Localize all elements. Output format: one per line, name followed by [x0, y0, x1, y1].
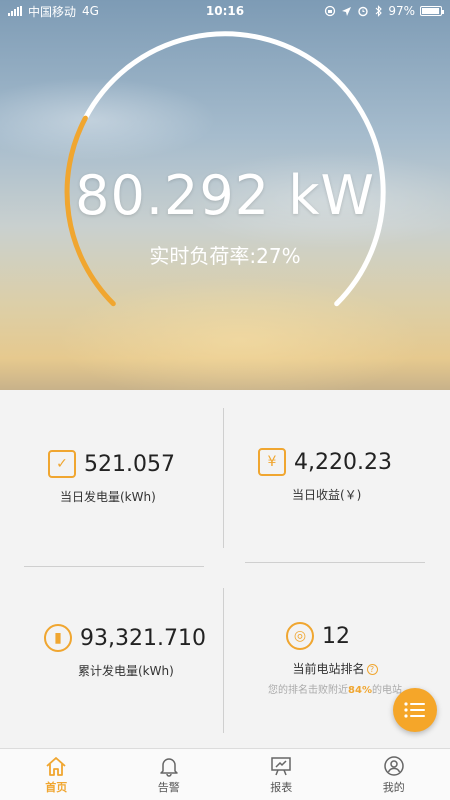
divider-vertical [223, 408, 224, 548]
signal-icon [8, 6, 22, 16]
station-rank-label: 当前电站排名 [292, 662, 365, 676]
daily-generation-value: 521.057 [84, 451, 175, 477]
tab-mine-label: 我的 [382, 780, 405, 794]
menu-fab-button[interactable] [393, 688, 437, 732]
daily-generation-label: 当日发电量(kWh) [60, 490, 156, 504]
tab-mine[interactable]: 我的 [338, 749, 450, 800]
station-rank-value: 12 [322, 623, 350, 649]
status-bar: 中国移动 4G 10:16 97% [0, 0, 450, 22]
stat-station-rank[interactable]: ◎ 12 当前电站排名? 您的排名击败附近84%的电站 [250, 622, 420, 696]
realtime-load-rate: 实时负荷率:27% [149, 244, 301, 268]
total-generation-value: 93,321.710 [80, 625, 206, 651]
stats-panel: ✓ 521.057 当日发电量(kWh) ¥ 4,220.23 当日收益(￥) … [0, 390, 450, 748]
tab-home[interactable]: 首页 [0, 749, 113, 800]
home-icon [46, 756, 66, 776]
stat-total-generation[interactable]: ▮ 93,321.710 累计发电量(kWh) [44, 624, 214, 679]
rank-sub-percent: 84% [348, 685, 372, 696]
battery-percent: 97% [388, 4, 415, 18]
divider-vertical [223, 588, 224, 733]
stat-daily-income[interactable]: ¥ 4,220.23 当日收益(￥) [258, 448, 428, 503]
bottom-tab-bar: 首页 告警 报表 我的 [0, 748, 450, 800]
total-generation-label: 累计发电量(kWh) [78, 664, 174, 678]
calendar-check-icon: ✓ [48, 450, 76, 478]
bell-icon [160, 757, 178, 777]
tab-report[interactable]: 报表 [225, 749, 338, 800]
divider-horizontal [245, 562, 425, 563]
stat-daily-generation[interactable]: ✓ 521.057 当日发电量(kWh) [48, 450, 208, 505]
battery-icon [420, 6, 444, 16]
user-icon [384, 755, 404, 776]
tab-alarm[interactable]: 告警 [113, 749, 226, 800]
bluetooth-icon [375, 5, 383, 17]
station-rank-subtext: 您的排名击败附近84%的电站 [250, 681, 420, 696]
station-rank-label-row: 当前电站排名? [250, 660, 420, 677]
tab-alarm-label: 告警 [157, 780, 180, 794]
daily-income-label: 当日收益(￥) [292, 488, 362, 502]
divider-horizontal [24, 566, 204, 567]
report-icon [271, 756, 291, 775]
hero-banner: 中国移动 4G 10:16 97% 80.292 kW 实时负荷率:27% [0, 0, 450, 390]
rank-sub-prefix: 您的排名击败附近 [268, 685, 349, 696]
realtime-power-value: 80.292 kW [75, 164, 375, 227]
help-icon[interactable]: ? [366, 664, 378, 675]
rank-medal-icon: ◎ [286, 622, 314, 650]
tab-report-label: 报表 [270, 780, 293, 794]
list-menu-icon [404, 702, 425, 718]
lock-rotation-icon [325, 5, 336, 17]
network-label: 4G [82, 4, 99, 18]
rank-sub-suffix: 的电站 [371, 685, 402, 696]
bar-chart-icon: ▮ [44, 624, 72, 652]
daily-income-value: 4,220.23 [294, 449, 392, 475]
location-icon [342, 6, 352, 16]
money-calendar-icon: ¥ [258, 448, 286, 476]
tab-home-label: 首页 [45, 780, 68, 794]
alarm-icon [358, 6, 369, 17]
carrier-label: 中国移动 [28, 4, 77, 19]
